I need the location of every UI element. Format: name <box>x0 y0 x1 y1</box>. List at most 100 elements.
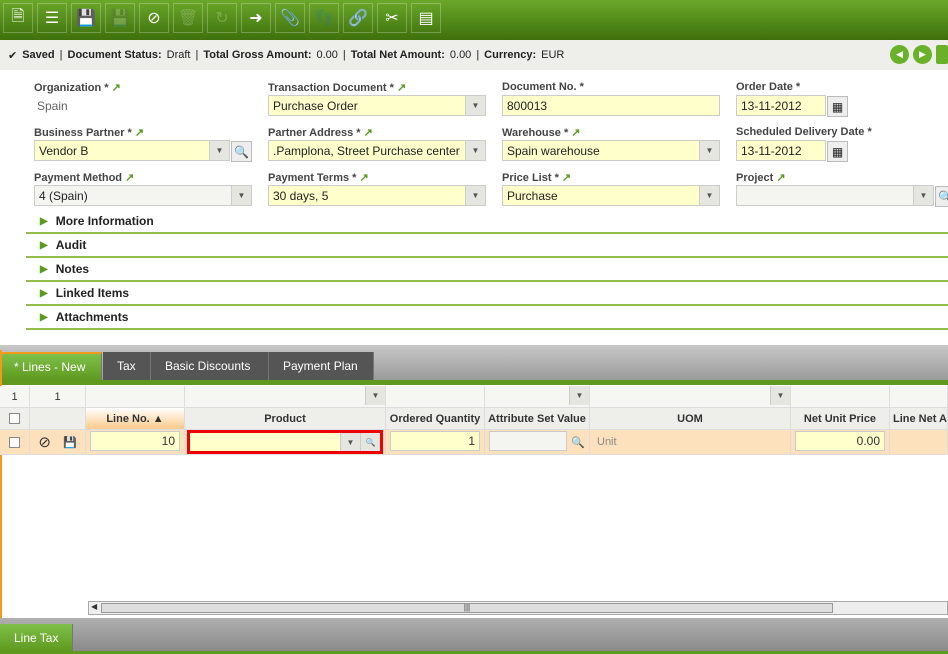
audit-trail-button[interactable]: 👣 <box>309 3 339 33</box>
price-input[interactable]: 0.00 <box>795 431 885 451</box>
doc-status-label: Document Status: <box>67 49 162 61</box>
filter-uom[interactable]: ▼ <box>590 386 791 408</box>
label: Warehouse * <box>502 127 569 139</box>
toggle-view-button[interactable]: ▤ <box>411 3 441 33</box>
header-product[interactable]: Product <box>185 408 386 430</box>
horizontal-scrollbar[interactable]: ||| ◀ <box>88 601 948 615</box>
tab-line-tax[interactable]: Line Tax <box>0 624 74 651</box>
tab-tax[interactable]: Tax <box>103 352 151 380</box>
export-button[interactable]: ➜ <box>241 3 271 33</box>
header-qty[interactable]: Ordered Quantity <box>386 408 485 430</box>
previous-record-button[interactable]: ◀ <box>890 45 909 64</box>
warehouse-field: Warehouse * ↗ Spain warehouse ▼ <box>502 126 720 161</box>
doc-status: Draft <box>166 49 191 61</box>
search-icon[interactable]: 🔍 <box>231 141 252 162</box>
business-partner-select[interactable]: Vendor B ▼ 🔍 <box>34 140 252 162</box>
value: Spain warehouse <box>507 143 600 158</box>
section-linked-items[interactable]: ▶ Linked Items <box>26 282 948 306</box>
chevron-down-icon[interactable]: ▼ <box>913 186 933 205</box>
warehouse-select[interactable]: Spain warehouse ▼ <box>502 140 720 161</box>
price-list-select[interactable]: Purchase ▼ <box>502 185 720 206</box>
section-label: Audit <box>55 238 87 252</box>
tab-basic-discounts[interactable]: Basic Discounts <box>151 352 269 380</box>
new-document-button[interactable]: 🗎 <box>3 3 33 33</box>
section-notes[interactable]: ▶ Notes <box>26 258 948 282</box>
chevron-down-icon[interactable]: ▼ <box>699 141 719 160</box>
chevron-down-icon[interactable]: ▼ <box>231 186 251 205</box>
section-audit[interactable]: ▶ Audit <box>26 234 948 258</box>
attr-input[interactable] <box>489 431 567 451</box>
tab-bar: * Lines - New Tax Basic Discounts Paymen… <box>0 345 948 385</box>
delete-button[interactable]: 🗑 <box>173 3 203 33</box>
filter-line-net[interactable] <box>890 386 948 408</box>
document-no-field: Document No. * 800013 <box>502 81 720 116</box>
value: 30 days, 5 <box>273 188 329 203</box>
transaction-document-select[interactable]: Purchase Order ▼ <box>268 95 486 116</box>
header-attr[interactable]: Attribute Set Value <box>485 408 590 430</box>
toolbar: 🗎 ☰ 💾 💾 ⊘ 🗑 ↻ ➜ 📎 👣 🔗 ✂ ▤ <box>0 0 948 40</box>
filter-price[interactable] <box>791 386 890 408</box>
header-line-net[interactable]: Line Net A <box>890 408 948 430</box>
bottom-tab-bar: Line Tax <box>0 618 948 654</box>
calendar-icon[interactable]: ▦ <box>827 141 848 162</box>
filter-attr[interactable]: ▼ <box>485 386 590 408</box>
chevron-down-icon[interactable]: ▼ <box>340 433 360 451</box>
transaction-document-field: Transaction Document * ↗ Purchase Order ▼ <box>268 81 486 116</box>
gross-label: Total Gross Amount: <box>203 49 312 61</box>
search-icon[interactable]: 🔍 <box>360 433 380 451</box>
filter-qty[interactable] <box>386 386 485 408</box>
save-icon[interactable]: 💾 <box>63 436 77 449</box>
tools-button[interactable]: ✂ <box>377 3 407 33</box>
total-count: 1 <box>30 386 86 408</box>
business-partner-field: Business Partner * ↗ Vendor B ▼ 🔍 <box>34 126 252 162</box>
new-record-button[interactable]: ☰ <box>37 3 67 33</box>
document-no-input[interactable]: 800013 <box>502 95 720 116</box>
save-button[interactable]: 💾 <box>71 3 101 33</box>
payment-terms-select[interactable]: 30 days, 5 ▼ <box>268 185 486 206</box>
partner-address-select[interactable]: .Pamplona, Street Purchase center ▼ <box>268 140 486 161</box>
chevron-down-icon[interactable]: ▼ <box>365 386 385 405</box>
header-uom[interactable]: UOM <box>590 408 791 430</box>
tab-payment-plan[interactable]: Payment Plan <box>269 352 374 380</box>
chevron-down-icon[interactable]: ▼ <box>770 386 790 405</box>
select-all-checkbox[interactable] <box>9 413 20 424</box>
header-line-no[interactable]: Line No. ▲ <box>86 408 185 430</box>
line-no-input[interactable]: 10 <box>90 431 180 451</box>
section-label: Linked Items <box>55 286 130 300</box>
row-checkbox[interactable] <box>9 436 20 448</box>
search-icon[interactable]: 🔍 <box>935 186 948 207</box>
section-attachments[interactable]: ▶ Attachments <box>26 306 948 330</box>
maximize-button[interactable] <box>936 45 948 64</box>
chevron-down-icon[interactable]: ▼ <box>209 141 229 160</box>
label: Order Date * <box>736 81 801 93</box>
qty-input[interactable]: 1 <box>390 431 480 451</box>
next-record-button[interactable]: ▶ <box>913 45 932 64</box>
attach-button[interactable]: 📎 <box>275 3 305 33</box>
section-label: Notes <box>55 262 90 276</box>
cancel-icon[interactable]: ⊘ <box>38 433 51 451</box>
label: Business Partner * <box>34 127 132 139</box>
project-select[interactable]: ▼ 🔍 <box>736 185 948 207</box>
order-date-input[interactable]: 13-11-2012 ▦ <box>736 95 848 117</box>
chevron-down-icon[interactable]: ▼ <box>569 386 589 405</box>
scheduled-delivery-input[interactable]: 13-11-2012 ▦ <box>736 140 848 162</box>
chevron-down-icon[interactable]: ▼ <box>465 141 485 160</box>
payment-method-select[interactable]: 4 (Spain) ▼ <box>34 185 252 206</box>
chevron-down-icon[interactable]: ▼ <box>465 186 485 205</box>
cancel-button[interactable]: ⊘ <box>139 3 169 33</box>
payment-method-field: Payment Method ↗ 4 (Spain) ▼ <box>34 171 252 206</box>
header-price[interactable]: Net Unit Price <box>791 408 890 430</box>
filter-line-no[interactable] <box>86 386 185 408</box>
product-input[interactable]: ▼ 🔍 <box>187 430 383 454</box>
link-button[interactable]: 🔗 <box>343 3 373 33</box>
section-more-information[interactable]: ▶ More Information <box>26 210 948 234</box>
tab-lines[interactable]: * Lines - New <box>0 352 102 380</box>
search-icon[interactable]: 🔍 <box>571 436 585 449</box>
calendar-icon[interactable]: ▦ <box>827 96 848 117</box>
filter-product[interactable]: ▼ <box>185 386 386 408</box>
chevron-down-icon[interactable]: ▼ <box>465 96 485 115</box>
chevron-down-icon[interactable]: ▼ <box>699 186 719 205</box>
value: 13-11-2012 <box>741 98 802 113</box>
save-close-button[interactable]: 💾 <box>105 3 135 33</box>
refresh-button[interactable]: ↻ <box>207 3 237 33</box>
